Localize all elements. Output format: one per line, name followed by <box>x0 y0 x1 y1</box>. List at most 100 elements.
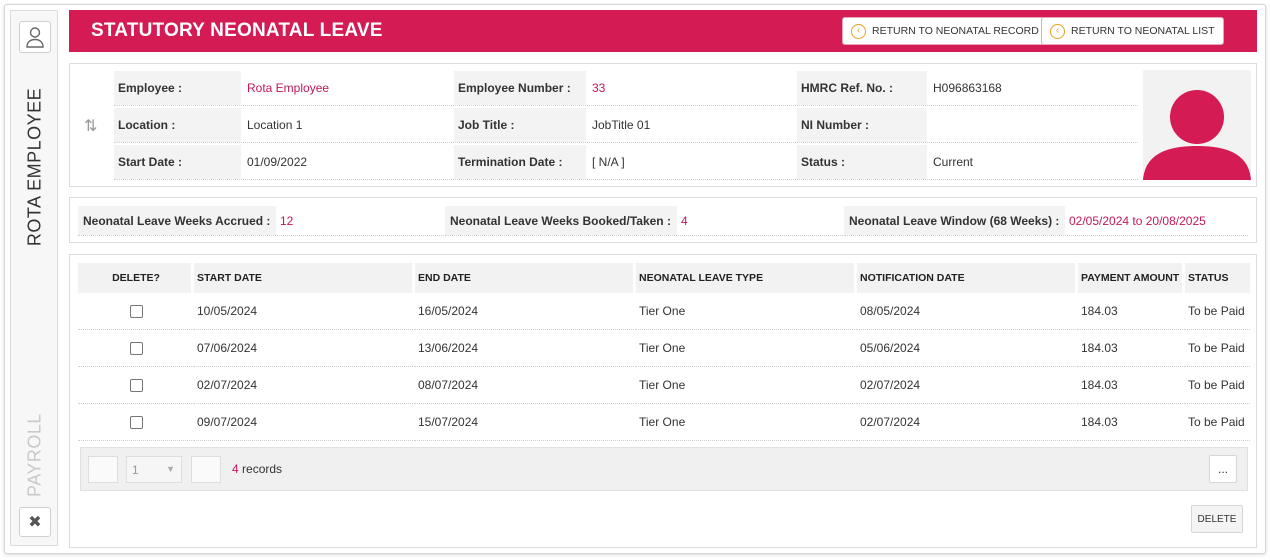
leave-type-cell: Tier One <box>636 404 857 441</box>
previous-page-button[interactable] <box>88 456 118 483</box>
location-label: Location : <box>114 108 241 142</box>
end-date-cell: 08/07/2024 <box>415 367 636 404</box>
return-to-list-label: RETURN TO NEONATAL LIST <box>1071 25 1215 37</box>
delete-checkbox[interactable] <box>129 416 143 430</box>
chevron-left-icon: ‹ <box>851 23 866 39</box>
job-title-value: JobTitle 01 <box>592 118 651 132</box>
col-status[interactable]: STATUS <box>1185 263 1250 293</box>
start-date-cell: 02/07/2024 <box>194 367 415 404</box>
weeks-accrued-value: 12 <box>280 213 294 228</box>
pagination-bar: 1 ▼ 4 records ... <box>80 447 1248 491</box>
payment-amount-cell: 184.03 <box>1078 330 1185 367</box>
start-date-cell: 07/06/2024 <box>194 330 415 367</box>
col-payment-amount[interactable]: PAYMENT AMOUNT <box>1078 263 1185 293</box>
payment-amount-cell: 184.03 <box>1078 367 1185 404</box>
weeks-summary-panel: Neonatal Leave Weeks Accrued : 12 Neonat… <box>69 197 1257 243</box>
job-title-label: Job Title : <box>454 108 586 142</box>
status-cell: To be Paid <box>1185 367 1250 404</box>
end-date-cell: 15/07/2024 <box>415 404 636 441</box>
swap-icon[interactable]: ⇅ <box>84 116 97 136</box>
table-row[interactable]: 10/05/2024 16/05/2024 Tier One 08/05/202… <box>78 293 1250 330</box>
leave-records-panel: DELETE? START DATE END DATE NEONATAL LEA… <box>69 254 1257 548</box>
avatar-silhouette-icon <box>1143 90 1251 180</box>
col-start-date[interactable]: START DATE <box>194 263 415 293</box>
record-count-label: records <box>238 462 283 476</box>
return-to-record-button[interactable]: ‹ RETURN TO NEONATAL RECORD <box>842 17 1048 45</box>
start-date-label: Start Date : <box>114 145 241 179</box>
notification-date-cell: 05/06/2024 <box>857 330 1078 367</box>
status-cell: To be Paid <box>1185 330 1250 367</box>
weeks-accrued: Neonatal Leave Weeks Accrued : 12 <box>78 206 444 236</box>
leave-window-value: 02/05/2024 to 20/08/2025 <box>1069 213 1206 228</box>
col-leave-type[interactable]: NEONATAL LEAVE TYPE <box>636 263 857 293</box>
weeks-booked-label: Neonatal Leave Weeks Booked/Taken : <box>445 206 677 235</box>
page-select[interactable]: 1 ▼ <box>126 456 182 483</box>
delete-checkbox[interactable] <box>129 342 143 356</box>
rail-section-payroll[interactable]: PAYROLL <box>25 413 46 497</box>
info-row: Employee : Rota Employee Employee Number… <box>114 70 1138 106</box>
col-delete[interactable]: DELETE? <box>78 263 194 293</box>
end-date-cell: 13/06/2024 <box>415 330 636 367</box>
employee-number-label: Employee Number : <box>454 71 586 105</box>
weeks-accrued-label: Neonatal Leave Weeks Accrued : <box>78 206 277 235</box>
delete-button[interactable]: DELETE <box>1191 505 1243 533</box>
notification-date-cell: 02/07/2024 <box>857 367 1078 404</box>
info-row: Start Date : 01/09/2022 Termination Date… <box>114 144 1138 180</box>
start-date-cell: 10/05/2024 <box>194 293 415 330</box>
col-end-date[interactable]: END DATE <box>415 263 636 293</box>
rail-title: ROTA EMPLOYEE <box>24 87 45 247</box>
weeks-booked: Neonatal Leave Weeks Booked/Taken : 4 <box>445 206 843 236</box>
status-cell: To be Paid <box>1185 404 1250 441</box>
page-title: STATUTORY NEONATAL LEAVE <box>91 20 383 41</box>
return-to-list-button[interactable]: ‹ RETURN TO NEONATAL LIST <box>1041 17 1224 45</box>
payment-amount-cell: 184.03 <box>1078 293 1185 330</box>
page-header: STATUTORY NEONATAL LEAVE ‹ RETURN TO NEO… <box>69 10 1257 52</box>
employee-label: Employee : <box>114 71 241 105</box>
start-date-value: 01/09/2022 <box>247 155 308 169</box>
table-row[interactable]: 02/07/2024 08/07/2024 Tier One 02/07/202… <box>78 367 1250 404</box>
leave-type-cell: Tier One <box>636 367 857 404</box>
delete-checkbox[interactable] <box>129 305 143 319</box>
location-value: Location 1 <box>247 118 303 132</box>
page-select-value: 1 <box>132 462 139 477</box>
delete-cell <box>78 293 194 330</box>
col-notification-date[interactable]: NOTIFICATION DATE <box>857 263 1078 293</box>
termination-date-label: Termination Date : <box>454 145 586 179</box>
leave-window-label: Neonatal Leave Window (68 Weeks) : <box>844 206 1066 235</box>
chevron-left-icon: ‹ <box>1050 23 1065 39</box>
table-header-row: DELETE? START DATE END DATE NEONATAL LEA… <box>78 263 1250 293</box>
notification-date-cell: 02/07/2024 <box>857 404 1078 441</box>
employee-value[interactable]: Rota Employee <box>241 71 454 105</box>
table-row[interactable]: 07/06/2024 13/06/2024 Tier One 05/06/202… <box>78 330 1250 367</box>
return-to-record-label: RETURN TO NEONATAL RECORD <box>872 25 1039 37</box>
weeks-booked-value: 4 <box>681 213 688 228</box>
status-cell: To be Paid <box>1185 293 1250 330</box>
user-icon[interactable] <box>19 21 51 53</box>
status-value: Current <box>933 155 974 169</box>
delete-checkbox[interactable] <box>129 379 143 393</box>
close-icon[interactable]: ✖ <box>19 507 51 537</box>
leave-window: Neonatal Leave Window (68 Weeks) : 02/05… <box>844 206 1248 236</box>
chevron-down-icon: ▼ <box>166 464 175 474</box>
leave-records-table: DELETE? START DATE END DATE NEONATAL LEA… <box>78 263 1250 441</box>
start-date-cell: 09/07/2024 <box>194 404 415 441</box>
leave-type-cell: Tier One <box>636 293 857 330</box>
record-count-number: 4 <box>232 462 239 476</box>
hmrc-label: HMRC Ref. No. : <box>797 71 927 105</box>
table-row[interactable]: 09/07/2024 15/07/2024 Tier One 02/07/202… <box>78 404 1250 441</box>
next-page-button[interactable] <box>191 456 221 483</box>
payment-amount-cell: 184.03 <box>1078 404 1185 441</box>
ni-number-label: NI Number : <box>797 108 927 142</box>
avatar <box>1143 70 1251 180</box>
more-options-button[interactable]: ... <box>1209 455 1237 483</box>
status-label: Status : <box>797 145 927 179</box>
employee-info-panel: ⇅ Employee : Rota Employee Employee Numb… <box>69 63 1257 187</box>
ni-number-value <box>927 108 1138 142</box>
leave-type-cell: Tier One <box>636 330 857 367</box>
delete-cell <box>78 404 194 441</box>
delete-cell <box>78 367 194 404</box>
end-date-cell: 16/05/2024 <box>415 293 636 330</box>
termination-date-value: [ N/A ] <box>592 155 625 169</box>
record-count: 4 records <box>232 462 282 476</box>
info-row: Location : Location 1 Job Title : JobTit… <box>114 107 1138 143</box>
